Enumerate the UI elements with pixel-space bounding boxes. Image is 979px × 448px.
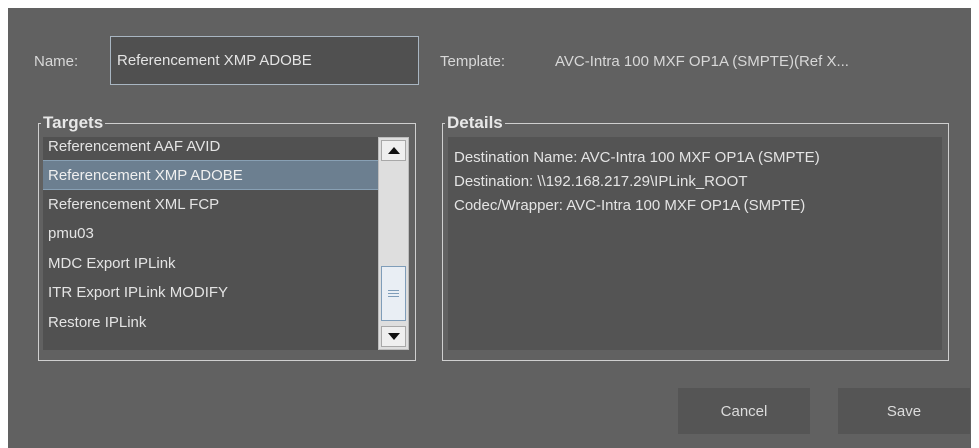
details-box: Destination Name: AVC-Intra 100 MXF OP1A… xyxy=(448,137,942,350)
scroll-down-button[interactable] xyxy=(381,326,406,347)
template-label: Template: xyxy=(440,53,506,70)
destination-dialog: Name: Template: AVC-Intra 100 MXF OP1A (… xyxy=(8,8,971,448)
name-label: Name: xyxy=(34,53,79,70)
details-legend: Details xyxy=(447,113,503,132)
targets-scrollbar[interactable] xyxy=(378,137,409,350)
name-template-row: Name: Template: AVC-Intra 100 MXF OP1A (… xyxy=(8,36,971,86)
target-item-selected[interactable]: Referencement XMP ADOBE xyxy=(43,160,378,190)
detail-destination-path: Destination: \\192.168.217.29\IPLink_ROO… xyxy=(454,173,748,190)
scroll-up-button[interactable] xyxy=(381,140,406,161)
cancel-button[interactable]: Cancel xyxy=(678,388,810,434)
scroll-down-arrow-icon xyxy=(387,333,400,340)
scrollbar-grip-icon xyxy=(388,296,399,297)
target-item[interactable]: Restore IPLink xyxy=(43,308,378,338)
target-item[interactable]: Referencement AAF AVID xyxy=(43,137,378,160)
target-item[interactable]: pmu03 xyxy=(43,219,378,249)
target-item[interactable]: MDC Export IPLink xyxy=(43,249,378,279)
targets-list[interactable]: Referencement AAF AVID Referencement XMP… xyxy=(43,137,378,350)
detail-codec-wrapper: Codec/Wrapper: AVC-Intra 100 MXF OP1A (S… xyxy=(454,197,806,214)
name-input[interactable] xyxy=(110,36,419,85)
target-item[interactable]: ITR Export IPLink MODIFY xyxy=(43,278,378,308)
template-value: AVC-Intra 100 MXF OP1A (SMPTE)(Ref X... xyxy=(555,53,849,70)
scrollbar-grip-icon xyxy=(388,290,399,291)
save-button[interactable]: Save xyxy=(838,388,970,434)
targets-legend: Targets xyxy=(43,113,104,132)
scroll-up-arrow-icon xyxy=(387,147,400,154)
target-item[interactable]: Referencement XML FCP xyxy=(43,190,378,220)
scrollbar-thumb[interactable] xyxy=(381,266,406,321)
detail-destination-name: Destination Name: AVC-Intra 100 MXF OP1A… xyxy=(454,149,820,166)
scrollbar-grip-icon xyxy=(388,293,399,294)
